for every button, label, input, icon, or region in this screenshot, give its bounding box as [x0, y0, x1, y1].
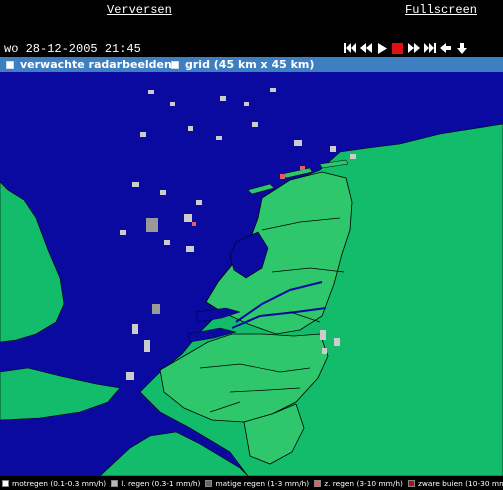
- legend-swatch: [111, 480, 119, 487]
- radar-map: [0, 72, 503, 476]
- legend-label: matige regen (1-3 mm/h): [215, 479, 310, 488]
- arrow-left-icon[interactable]: [439, 41, 452, 55]
- legend-swatch: [407, 480, 415, 487]
- forecast-radar-checkbox[interactable]: [6, 60, 14, 69]
- legend-swatch: [205, 480, 213, 487]
- legend-item: l. regen (0.3-1 mm/h): [111, 479, 200, 488]
- legend-label: zware buien (10-30 mm/h): [417, 479, 503, 488]
- legend-label: motregen (0.1-0.3 mm/h): [12, 479, 107, 488]
- stop-icon[interactable]: [391, 41, 404, 55]
- option-bar: verwachte radarbeelden grid (45 km x 45 …: [0, 57, 503, 72]
- grid-label: grid (45 km x 45 km): [185, 58, 315, 71]
- playback-controls: [343, 41, 468, 57]
- arrow-down-icon[interactable]: [455, 41, 468, 55]
- step-forward-icon[interactable]: [407, 41, 420, 55]
- forecast-radar-label: verwachte radarbeelden: [20, 58, 172, 71]
- skip-to-start-icon[interactable]: [343, 41, 356, 55]
- grid-checkbox[interactable]: [171, 60, 179, 69]
- fullscreen-link[interactable]: Fullscreen: [405, 3, 477, 17]
- step-back-icon[interactable]: [359, 41, 372, 55]
- legend-swatch: [314, 480, 322, 487]
- skip-to-end-icon[interactable]: [423, 41, 436, 55]
- grid-option[interactable]: grid (45 km x 45 km): [171, 57, 314, 72]
- legend-swatch: [2, 480, 9, 487]
- legend-label: l. regen (0.3-1 mm/h): [121, 479, 201, 488]
- legend-item: zware buien (10-30 mm/h): [407, 479, 503, 488]
- precipitation-legend: motregen (0.1-0.3 mm/h) l. regen (0.3-1 m…: [0, 477, 503, 490]
- forecast-radar-option[interactable]: verwachte radarbeelden: [6, 57, 172, 72]
- top-links: Verversen Fullscreen: [0, 0, 503, 36]
- legend-item: matige regen (1-3 mm/h): [205, 479, 309, 488]
- legend-label: z. regen (3-10 mm/h): [324, 479, 403, 488]
- legend-item: motregen (0.1-0.3 mm/h): [2, 479, 106, 488]
- timestamp: wo 28-12-2005 21:45: [4, 42, 141, 56]
- legend-item: z. regen (3-10 mm/h): [314, 479, 403, 488]
- refresh-link[interactable]: Verversen: [107, 3, 172, 17]
- play-icon[interactable]: [375, 41, 388, 55]
